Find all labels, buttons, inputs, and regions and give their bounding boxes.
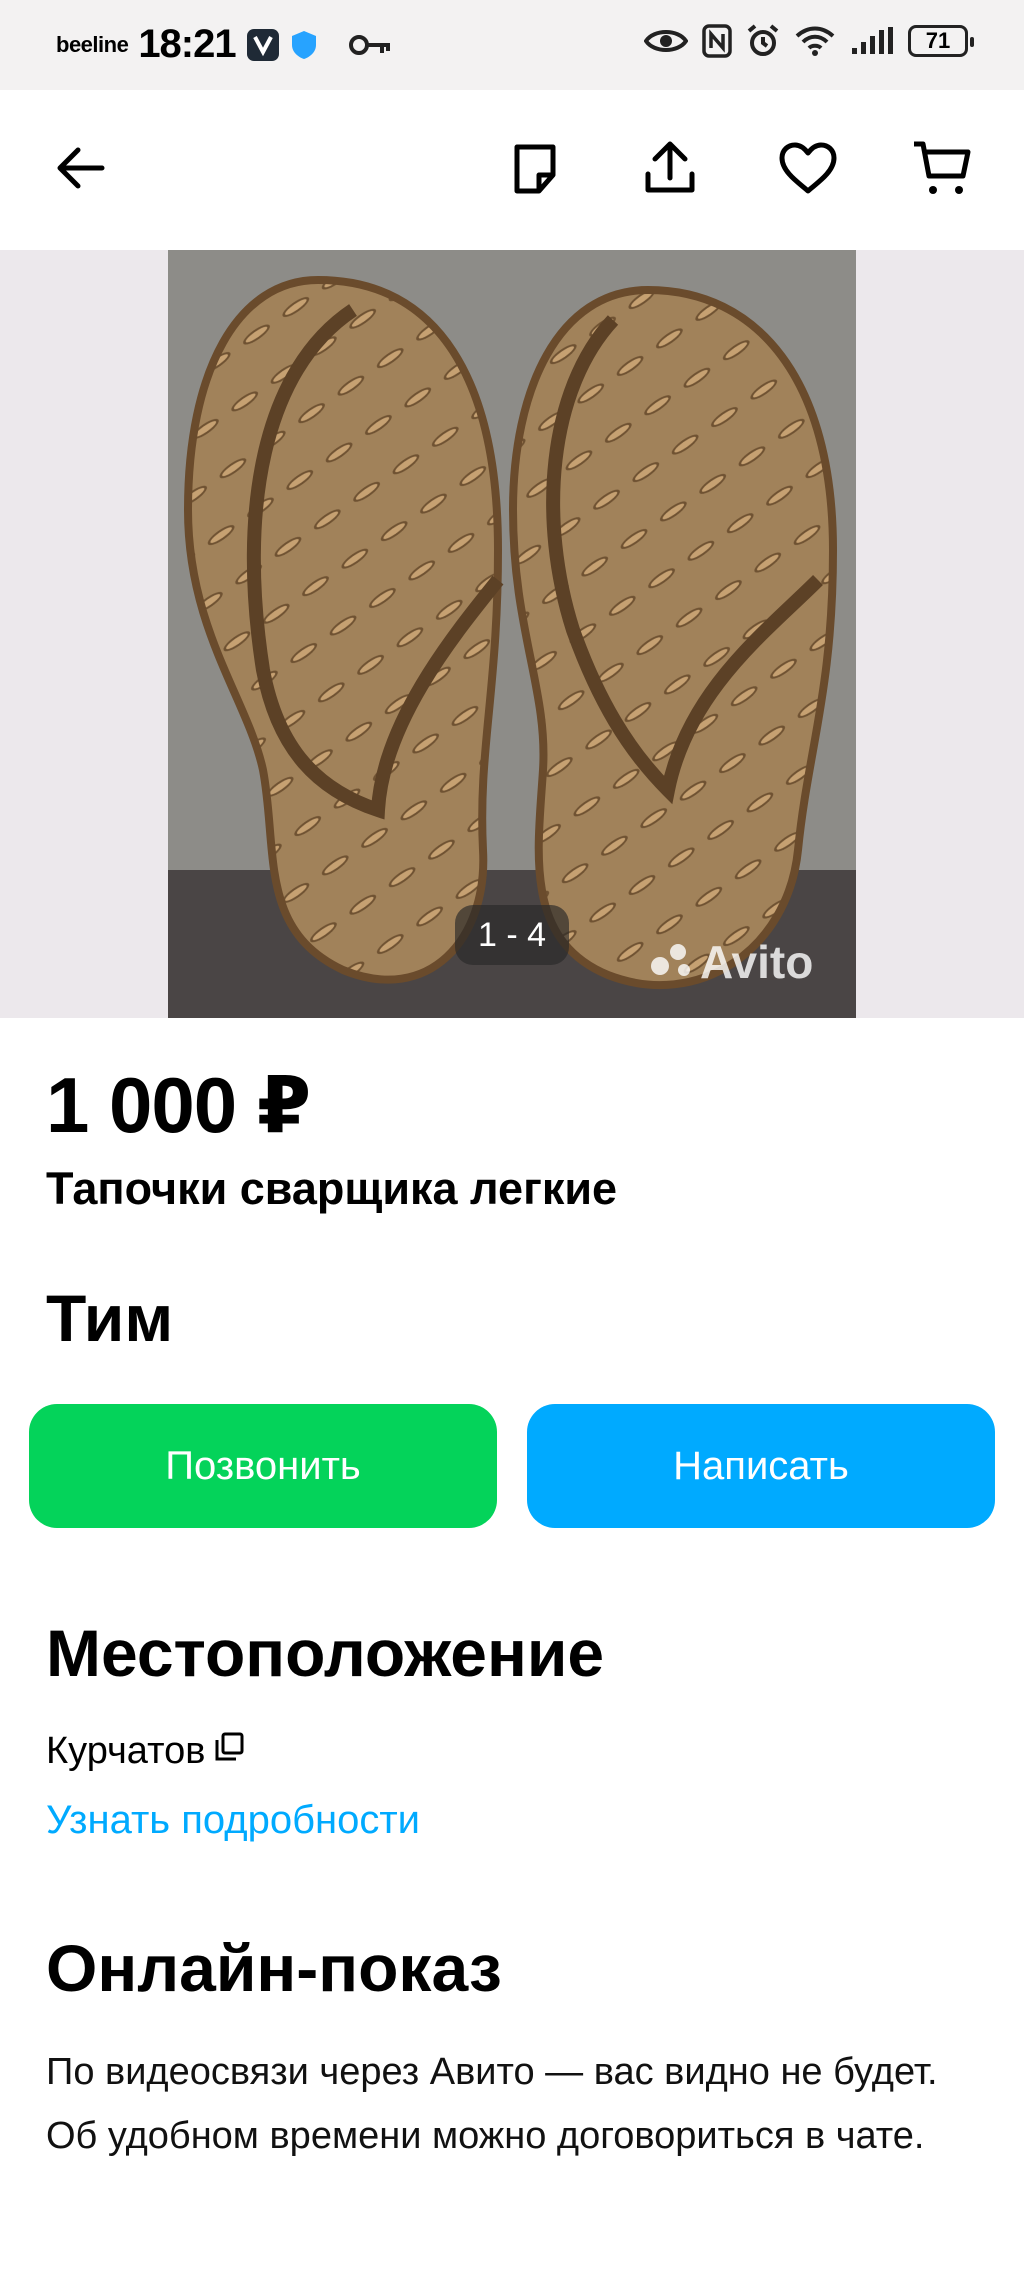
key-icon [348, 33, 394, 57]
alarm-icon [746, 24, 780, 58]
photo-gallery[interactable]: 1 - 4 [0, 250, 1024, 1018]
location-heading: Местоположение [46, 1616, 605, 1690]
carrier-label: beeline [56, 31, 129, 57]
heart-icon [778, 141, 838, 200]
copy-icon[interactable] [213, 1730, 245, 1773]
online-show-heading: Онлайн-показ [46, 1931, 502, 2005]
watermark-text: Avito [700, 936, 814, 988]
seller-name[interactable]: Тим [46, 1280, 173, 1356]
city-name: Курчатов [46, 1730, 206, 1772]
cart-button[interactable] [902, 130, 982, 210]
eye-icon [644, 26, 688, 56]
online-show-description: По видеосвязи через Авито — вас видно не… [46, 2051, 938, 2157]
wifi-icon [794, 25, 836, 57]
share-icon [643, 140, 697, 201]
avito-logo-icon [650, 935, 694, 989]
clock: 18:21 [138, 22, 236, 66]
listing-photo[interactable] [168, 250, 856, 1018]
location-city[interactable]: Курчатов [46, 1730, 245, 1773]
avito-watermark: Avito [650, 935, 813, 989]
app-notification-icon [246, 28, 280, 62]
note-icon [511, 141, 559, 200]
favorite-button[interactable] [768, 130, 848, 210]
location-details-link[interactable]: Узнать подробности [46, 1798, 420, 1843]
status-bar-right: 71 [644, 24, 974, 58]
listing-price: 1 000 ₽ [46, 1061, 311, 1149]
write-button[interactable]: Написать [527, 1404, 995, 1528]
cart-icon [911, 138, 973, 203]
photo-counter: 1 - 4 [455, 905, 569, 965]
back-button[interactable] [40, 130, 120, 210]
arrow-left-icon [54, 146, 106, 195]
status-bar: beeline 18:21 71 [0, 0, 1024, 90]
shield-icon [290, 29, 318, 61]
nfc-icon [702, 24, 732, 58]
status-bar-left: beeline 18:21 [56, 22, 394, 67]
share-button[interactable] [630, 130, 710, 210]
top-app-bar [0, 90, 1024, 250]
signal-icon [850, 26, 894, 56]
battery-indicator: 71 [908, 25, 974, 57]
listing-title: Тапочки сварщика легкие [46, 1163, 618, 1214]
note-button[interactable] [495, 130, 575, 210]
call-button[interactable]: Позвонить [29, 1404, 497, 1528]
